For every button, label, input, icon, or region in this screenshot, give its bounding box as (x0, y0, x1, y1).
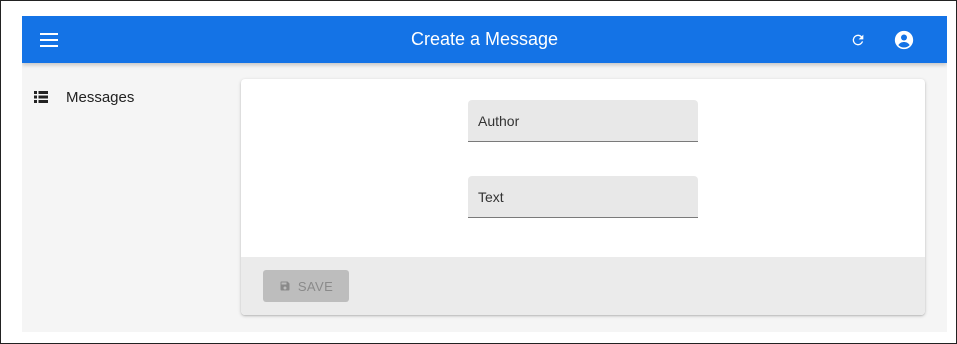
sidebar-item-label: Messages (66, 88, 135, 106)
text-field[interactable]: Text (468, 176, 698, 218)
refresh-button[interactable] (844, 26, 872, 54)
form-toolbar: SAVE (241, 257, 925, 315)
account-button[interactable] (889, 25, 919, 55)
author-field[interactable]: Author (468, 100, 698, 142)
refresh-icon (852, 34, 864, 46)
text-field-label: Text (478, 189, 504, 205)
page-title: Create a Message (410, 29, 559, 49)
create-form-card: Author Text SAVE (241, 79, 925, 315)
list-icon (34, 91, 48, 103)
account-circle-icon (894, 30, 914, 50)
save-icon (280, 281, 290, 291)
app-bar: Create a Message (22, 16, 947, 63)
window-frame: Create a Message Messages Author Text SA… (0, 0, 957, 344)
save-button-label: SAVE (297, 278, 334, 294)
author-field-label: Author (478, 113, 520, 129)
sidebar-item-messages[interactable]: Messages (34, 86, 134, 108)
save-button[interactable]: SAVE (263, 270, 349, 302)
app-shell: Create a Message Messages Author Text SA… (22, 16, 947, 332)
